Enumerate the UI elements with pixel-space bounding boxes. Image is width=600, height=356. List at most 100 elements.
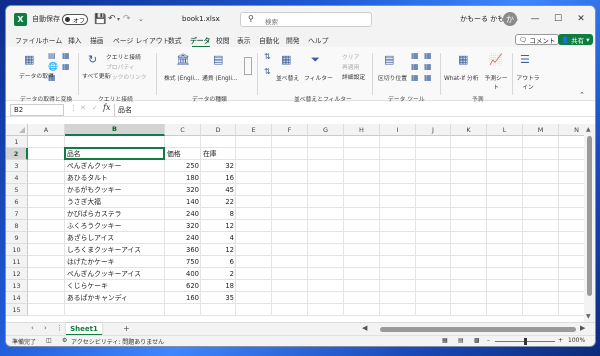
currency-button[interactable]: 通貨 (Engli… xyxy=(202,73,238,82)
active-cell-selection[interactable] xyxy=(64,147,165,160)
price-cell[interactable]: 240 xyxy=(165,208,201,220)
tab-home[interactable]: ホーム xyxy=(42,35,62,45)
next-sheet-icon[interactable]: › xyxy=(44,324,47,332)
whatif-button[interactable]: What-If 分析 xyxy=(444,73,479,82)
tab-insert[interactable]: 挿入 xyxy=(68,35,82,45)
from-text-icon[interactable]: ▤ xyxy=(48,51,56,60)
product-name-cell[interactable]: しろくまクッキーアイス xyxy=(65,244,165,256)
row-header[interactable]: 4 xyxy=(6,172,28,184)
row-header[interactable]: 5 xyxy=(6,184,28,196)
undo-dropdown-icon[interactable]: ▾ xyxy=(117,12,120,26)
price-cell[interactable]: 140 xyxy=(165,196,201,208)
row-header[interactable]: 3 xyxy=(6,160,28,172)
price-cell[interactable]: 320 xyxy=(165,220,201,232)
row-header[interactable]: 2 xyxy=(6,148,28,160)
sort-az-icon[interactable]: ⇅ xyxy=(264,52,271,61)
row-header[interactable]: 11 xyxy=(6,256,28,268)
column-header[interactable]: H xyxy=(344,124,380,136)
table-header-cell[interactable]: 価格 xyxy=(165,148,201,160)
product-name-cell[interactable]: かるがもクッキー xyxy=(65,184,165,196)
zoom-out-icon[interactable]: – xyxy=(487,337,490,344)
table-header-cell[interactable]: 在庫 xyxy=(201,148,236,160)
stock-cell[interactable]: 12 xyxy=(201,244,236,256)
product-name-cell[interactable]: はげたかケーキ xyxy=(65,256,165,268)
column-header[interactable]: G xyxy=(308,124,344,136)
formula-bar-more-icon[interactable]: ⋮ xyxy=(70,104,77,112)
advanced-button[interactable]: 詳細設定 xyxy=(342,72,365,81)
workbook-links-button[interactable]: ブックのリンク xyxy=(106,72,147,81)
save-icon[interactable]: 💾 xyxy=(94,12,106,26)
outline-button[interactable]: アウトライン xyxy=(516,73,540,91)
hscroll-right-icon[interactable]: ▶ xyxy=(580,324,585,332)
queries-connections-button[interactable]: クエリと接続 xyxy=(106,52,141,61)
product-name-cell[interactable]: ぺんぎんクッキーアイス xyxy=(65,268,165,280)
price-cell[interactable]: 160 xyxy=(165,292,201,304)
vertical-scrollbar[interactable]: ▲ ▼ xyxy=(584,124,595,322)
product-name-cell[interactable]: ふくろうクッキー xyxy=(65,220,165,232)
column-header[interactable]: E xyxy=(236,124,272,136)
column-header[interactable]: L xyxy=(487,124,523,136)
stock-cell[interactable]: 22 xyxy=(201,196,236,208)
filter-button[interactable]: フィルター xyxy=(304,73,333,82)
select-all-corner[interactable] xyxy=(6,124,28,136)
column-header[interactable]: K xyxy=(451,124,487,136)
stock-cell[interactable]: 2 xyxy=(201,268,236,280)
stock-cell[interactable]: 4 xyxy=(201,232,236,244)
accessibility-status[interactable]: アクセシビリティ: 問題ありません xyxy=(71,337,164,346)
tab-review[interactable]: 校閲 xyxy=(216,35,230,45)
close-button[interactable]: ✕ xyxy=(572,10,590,28)
autosave-toggle[interactable]: オフ xyxy=(62,14,88,25)
stocks-button[interactable]: 株式 (Engli… xyxy=(164,73,200,82)
worksheet-grid[interactable]: A B C D E F G H I J K L M N 1 2 3 4 5 6 7 8 9 10 11 12 13 14 15 品名 価格在… xyxy=(6,124,584,322)
tab-help[interactable]: ヘルプ xyxy=(308,35,328,45)
hscroll-left-icon[interactable]: ◀ xyxy=(362,324,367,332)
tab-draw[interactable]: 描画 xyxy=(90,35,104,45)
product-name-cell[interactable]: うさぎ大福 xyxy=(65,196,165,208)
tab-developer[interactable]: 開発 xyxy=(286,35,300,45)
stock-cell[interactable]: 6 xyxy=(201,256,236,268)
column-header[interactable]: A xyxy=(28,124,65,136)
comment-button[interactable]: 🗨 コメント xyxy=(515,34,560,45)
row-header[interactable]: 8 xyxy=(6,220,28,232)
filename-chevron-icon[interactable]: ⌄ xyxy=(216,12,221,26)
zoom-in-icon[interactable]: + xyxy=(558,337,563,344)
tab-formulas[interactable]: 数式 xyxy=(168,35,182,45)
existing-connections-icon[interactable]: ▦ xyxy=(62,62,70,71)
horizontal-scrollbar[interactable] xyxy=(370,326,586,333)
product-name-cell[interactable]: ぺんぎんクッキー xyxy=(65,160,165,172)
prev-sheet-icon[interactable]: ‹ xyxy=(31,324,34,332)
stock-cell[interactable]: 16 xyxy=(201,172,236,184)
sort-za-icon[interactable]: ⇅ xyxy=(264,67,271,76)
consolidate-icon[interactable]: ▦ xyxy=(424,51,432,60)
normal-view-icon[interactable]: ▦ xyxy=(442,337,448,344)
row-header[interactable]: 14 xyxy=(6,292,28,304)
column-header[interactable]: M xyxy=(523,124,559,136)
row-header[interactable]: 15 xyxy=(6,304,28,316)
column-header[interactable]: C xyxy=(165,124,201,136)
stock-cell[interactable]: 45 xyxy=(201,184,236,196)
row-header[interactable]: 10 xyxy=(6,244,28,256)
price-cell[interactable]: 320 xyxy=(165,184,201,196)
enter-icon[interactable]: ✓ xyxy=(92,104,98,112)
row-header[interactable]: 6 xyxy=(6,196,28,208)
stock-cell[interactable]: 12 xyxy=(201,220,236,232)
price-cell[interactable]: 400 xyxy=(165,268,201,280)
row-header[interactable]: 12 xyxy=(6,268,28,280)
row-header[interactable]: 13 xyxy=(6,280,28,292)
minimize-button[interactable]: — xyxy=(526,10,544,28)
row-header[interactable]: 9 xyxy=(6,232,28,244)
data-types-gallery-scroll[interactable] xyxy=(244,57,252,75)
forecast-sheet-button[interactable]: 予測シート xyxy=(484,73,508,91)
name-box[interactable]: B2 xyxy=(10,104,64,116)
zoom-slider-knob[interactable] xyxy=(524,338,527,345)
avatar[interactable]: か xyxy=(503,12,517,26)
row-header[interactable]: 1 xyxy=(6,136,28,148)
price-cell[interactable]: 250 xyxy=(165,160,201,172)
tab-automate[interactable]: 自動化 xyxy=(259,35,279,45)
stock-cell[interactable]: 8 xyxy=(201,208,236,220)
cancel-icon[interactable]: ✕ xyxy=(80,104,86,112)
scroll-down-icon[interactable]: ▼ xyxy=(586,313,591,320)
product-name-cell[interactable]: あざらしアイス xyxy=(65,232,165,244)
tab-file[interactable]: ファイル xyxy=(15,35,42,45)
column-header[interactable]: D xyxy=(201,124,236,136)
